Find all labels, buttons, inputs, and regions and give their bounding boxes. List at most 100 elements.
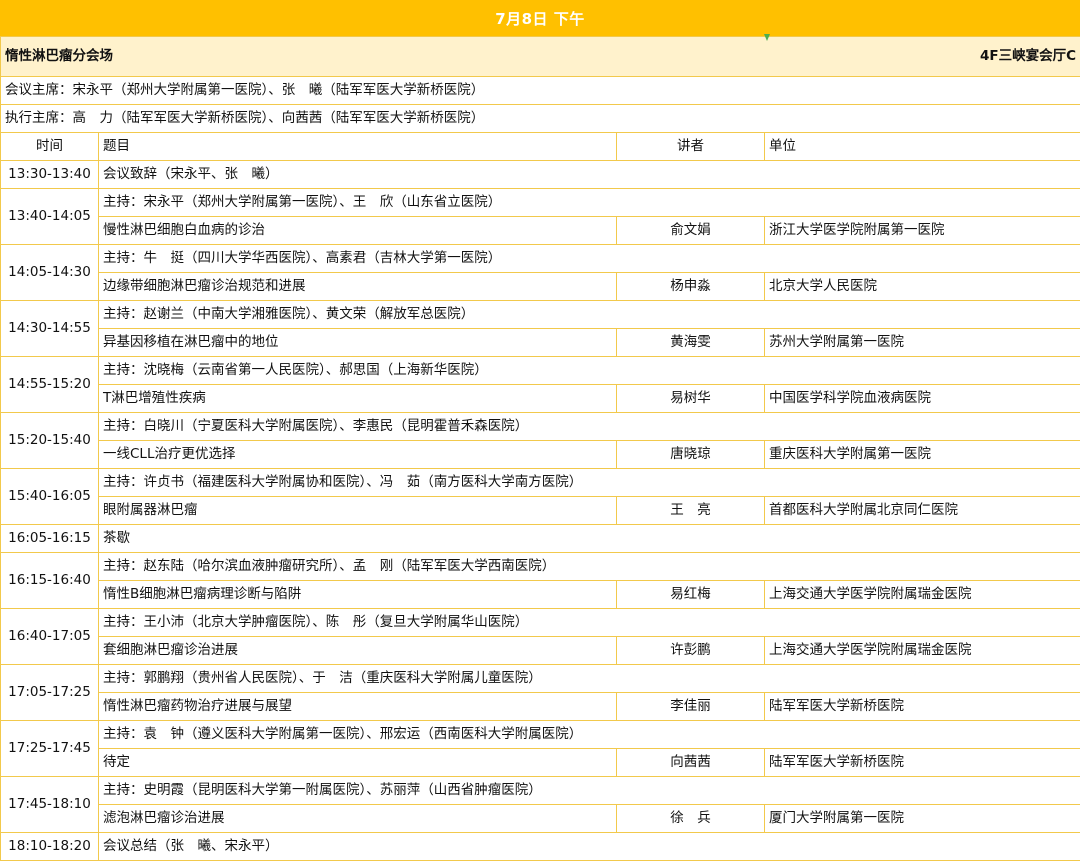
schedule-row: 13:30-13:40 会议致辞（宋永平、张 曦） <box>0 160 1080 189</box>
host-line: 主持：袁 钟（遵义医科大学附属第一医院）、邢宏运（西南医科大学附属医院） <box>98 720 1080 749</box>
meeting-chairs-row: 会议主席：宋永平（郑州大学附属第一医院）、张 曦（陆军军医大学新桥医院） <box>0 76 1080 105</box>
time-slot: 16:15-16:40 <box>0 552 99 609</box>
time-slot: 15:40-16:05 <box>0 468 99 525</box>
talk-topic: 一线CLL治疗更优选择 <box>98 440 617 469</box>
talk-unit: 上海交通大学医学院附属瑞金医院 <box>764 636 1080 665</box>
talk-topic: 边缘带细胞淋巴瘤诊治规范和进展 <box>98 272 617 301</box>
host-row: 17:25-17:45 主持：袁 钟（遵义医科大学附属第一医院）、邢宏运（西南医科… <box>0 720 1080 777</box>
column-header-time: 时间 <box>0 132 99 161</box>
schedule-page: 7月8日 下午 惰性淋巴瘤分会场 4F三峡宴会厅C 会议主席：宋永平（郑州大学附… <box>0 0 1080 861</box>
talk-row: 惰性B细胞淋巴瘤病理诊断与陷阱 易红梅 上海交通大学医学院附属瑞金医院 <box>1 580 1080 609</box>
agenda-item: 会议总结（张 曦、宋永平） <box>98 832 1080 861</box>
talk-speaker: 杨申淼 <box>616 272 765 301</box>
host-line: 主持：沈晓梅（云南省第一人民医院）、郝思国（上海新华医院） <box>98 356 1080 385</box>
agenda-item: 会议致辞（宋永平、张 曦） <box>98 160 1080 189</box>
schedule-row: 18:10-18:20 会议总结（张 曦、宋永平） <box>0 832 1080 861</box>
host-line: 主持：郭鹏翔（贵州省人民医院）、于 洁（重庆医科大学附属儿童医院） <box>98 664 1080 693</box>
talk-unit: 重庆医科大学附属第一医院 <box>764 440 1080 469</box>
talk-topic: 套细胞淋巴瘤诊治进展 <box>98 636 617 665</box>
host-row: 17:05-17:25 主持：郭鹏翔（贵州省人民医院）、于 洁（重庆医科大学附属儿… <box>0 664 1080 721</box>
schedule-row: 16:05-16:15 茶歇 <box>0 524 1080 553</box>
column-header-topic: 题目 <box>98 132 617 161</box>
date-label: 7月8日 下午 <box>495 9 585 28</box>
talk-unit: 陆军军医大学新桥医院 <box>764 692 1080 721</box>
talk-unit: 陆军军医大学新桥医院 <box>764 748 1080 777</box>
host-row: 16:40-17:05 主持：王小沛（北京大学肿瘤医院）、陈 彤（复旦大学附属华山… <box>0 608 1080 665</box>
talk-topic: 异基因移植在淋巴瘤中的地位 <box>98 328 617 357</box>
talk-row: 一线CLL治疗更优选择 唐晓琼 重庆医科大学附属第一医院 <box>1 440 1080 469</box>
talk-row: 眼附属器淋巴瘤王 亮首都医科大学附属北京同仁医院 <box>1 496 1080 525</box>
host-line: 主持：宋永平（郑州大学附属第一医院）、王 欣（山东省立医院） <box>98 188 1080 217</box>
talk-topic: 慢性淋巴细胞白血病的诊治 <box>98 216 617 245</box>
agenda-item: 茶歇 <box>98 524 1080 553</box>
talk-speaker: 徐 兵 <box>616 804 765 833</box>
executive-chairs: 执行主席：高 力（陆军军医大学新桥医院）、向茜茜（陆军军医大学新桥医院） <box>0 104 1080 133</box>
time-slot: 17:45-18:10 <box>0 776 99 833</box>
talk-speaker: 黄海雯 <box>616 328 765 357</box>
corner-marker-icon <box>764 34 770 41</box>
host-line: 主持：赵谢兰（中南大学湘雅医院）、黄文荣（解放军总医院） <box>98 300 1080 329</box>
time-slot: 16:40-17:05 <box>0 608 99 665</box>
talk-row: 惰性淋巴瘤药物治疗进展与展望 李佳丽 陆军军医大学新桥医院 <box>1 692 1080 721</box>
talk-unit: 厦门大学附属第一医院 <box>764 804 1080 833</box>
column-header-unit: 单位 <box>764 132 1080 161</box>
talk-row: 异基因移植在淋巴瘤中的地位 黄海雯 苏州大学附属第一医院 <box>1 328 1080 357</box>
column-header-speaker: 讲者 <box>616 132 765 161</box>
session-room: 4F三峡宴会厅C <box>616 36 1080 77</box>
talk-unit: 浙江大学医学院附属第一医院 <box>764 216 1080 245</box>
time-slot: 14:30-14:55 <box>0 300 99 357</box>
talk-topic: 眼附属器淋巴瘤 <box>98 496 617 525</box>
executive-chairs-row: 执行主席：高 力（陆军军医大学新桥医院）、向茜茜（陆军军医大学新桥医院） <box>0 104 1080 133</box>
host-line: 主持：王小沛（北京大学肿瘤医院）、陈 彤（复旦大学附属华山医院） <box>98 608 1080 637</box>
talk-speaker: 许彭鹏 <box>616 636 765 665</box>
host-row: 13:40-14:05 主持：宋永平（郑州大学附属第一医院）、王 欣（山东省立医院… <box>0 188 1080 245</box>
host-row: 15:40-16:05 主持：许贞书（福建医科大学附属协和医院）、冯 茹（南方医科… <box>0 468 1080 525</box>
talk-row: T淋巴增殖性疾病 易树华 中国医学科学院血液病医院 <box>1 384 1080 413</box>
time-slot: 18:10-18:20 <box>0 832 99 861</box>
talk-topic: 待定 <box>98 748 617 777</box>
host-row: 14:55-15:20 主持：沈晓梅（云南省第一人民医院）、郝思国（上海新华医院） <box>0 356 1080 413</box>
meeting-chairs: 会议主席：宋永平（郑州大学附属第一医院）、张 曦（陆军军医大学新桥医院） <box>0 76 1080 105</box>
host-row: 15:20-15:40 主持：白晓川（宁夏医科大学附属医院）、李惠民（昆明霍普禾森… <box>0 412 1080 469</box>
host-line: 主持：史明霞（昆明医科大学第一附属医院）、苏丽萍（山西省肿瘤医院） <box>98 776 1080 805</box>
talk-unit: 北京大学人民医院 <box>764 272 1080 301</box>
time-slot: 17:25-17:45 <box>0 720 99 777</box>
talk-row: 滤泡淋巴瘤诊治进展徐 兵厦门大学附属第一医院 <box>1 804 1080 833</box>
talk-unit: 苏州大学附属第一医院 <box>764 328 1080 357</box>
host-line: 主持：白晓川（宁夏医科大学附属医院）、李惠民（昆明霍普禾森医院） <box>98 412 1080 441</box>
talk-row: 待定 向茜茜 陆军军医大学新桥医院 <box>1 748 1080 777</box>
talk-topic: 惰性B细胞淋巴瘤病理诊断与陷阱 <box>98 580 617 609</box>
host-line: 主持：许贞书（福建医科大学附属协和医院）、冯 茹（南方医科大学南方医院） <box>98 468 1080 497</box>
host-row: 16:15-16:40 主持：赵东陆（哈尔滨血液肿瘤研究所）、孟 刚（陆军军医大学… <box>0 552 1080 609</box>
time-slot: 13:40-14:05 <box>0 188 99 245</box>
time-slot: 13:30-13:40 <box>0 160 99 189</box>
host-line: 主持：牛 挺（四川大学华西医院）、高素君（吉林大学第一医院） <box>98 244 1080 273</box>
time-slot: 14:55-15:20 <box>0 356 99 413</box>
host-row: 14:30-14:55 主持：赵谢兰（中南大学湘雅医院）、黄文荣（解放军总医院） <box>0 300 1080 357</box>
talk-row: 套细胞淋巴瘤诊治进展 许彭鹏 上海交通大学医学院附属瑞金医院 <box>1 636 1080 665</box>
session-row: 惰性淋巴瘤分会场 4F三峡宴会厅C <box>0 36 1080 77</box>
talk-speaker: 俞文娟 <box>616 216 765 245</box>
talk-speaker: 向茜茜 <box>616 748 765 777</box>
host-line: 主持：赵东陆（哈尔滨血液肿瘤研究所）、孟 刚（陆军军医大学西南医院） <box>98 552 1080 581</box>
schedule-table: 惰性淋巴瘤分会场 4F三峡宴会厅C 会议主席：宋永平（郑州大学附属第一医院）、张… <box>0 36 1080 861</box>
talk-unit: 中国医学科学院血液病医院 <box>764 384 1080 413</box>
time-slot: 16:05-16:15 <box>0 524 99 553</box>
talk-speaker: 易红梅 <box>616 580 765 609</box>
column-header-row: 时间 题目 讲者 单位 <box>0 132 1080 161</box>
talk-speaker: 李佳丽 <box>616 692 765 721</box>
talk-speaker: 唐晓琼 <box>616 440 765 469</box>
time-slot: 15:20-15:40 <box>0 412 99 469</box>
talk-topic: T淋巴增殖性疾病 <box>98 384 617 413</box>
talk-row: 边缘带细胞淋巴瘤诊治规范和进展 杨申淼 北京大学人民医院 <box>1 272 1080 301</box>
talk-row: 慢性淋巴细胞白血病的诊治 俞文娟 浙江大学医学院附属第一医院 <box>1 216 1080 245</box>
talk-unit: 首都医科大学附属北京同仁医院 <box>764 496 1080 525</box>
host-row: 17:45-18:10 主持：史明霞（昆明医科大学第一附属医院）、苏丽萍（山西省肿… <box>0 776 1080 833</box>
date-header: 7月8日 下午 <box>0 0 1080 36</box>
talk-topic: 惰性淋巴瘤药物治疗进展与展望 <box>98 692 617 721</box>
host-row: 14:05-14:30 主持：牛 挺（四川大学华西医院）、高素君（吉林大学第一医院… <box>0 244 1080 301</box>
talk-speaker: 易树华 <box>616 384 765 413</box>
time-slot: 17:05-17:25 <box>0 664 99 721</box>
time-slot: 14:05-14:30 <box>0 244 99 301</box>
talk-speaker: 王 亮 <box>616 496 765 525</box>
